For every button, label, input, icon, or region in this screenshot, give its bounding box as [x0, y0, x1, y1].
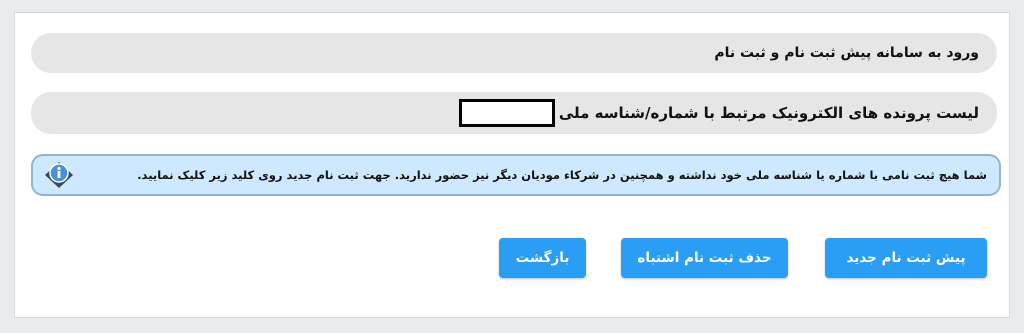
page-title-bar: ورود به سامانه پیش ثبت نام و ثبت نام [31, 33, 997, 73]
list-title-bar: لیست پرونده های الکترونیک مرتبط با شماره… [31, 92, 997, 134]
new-preregistration-label: پیش ثبت نام جدید [846, 250, 966, 266]
info-message-box: شما هیچ ثبت نامی با شماره یا شناسه ملی خ… [31, 154, 1001, 196]
info-message-text: شما هیچ ثبت نامی با شماره یا شناسه ملی خ… [137, 168, 987, 182]
redacted-id-box [458, 99, 555, 127]
delete-wrong-registration-button[interactable]: حذف ثبت نام اشتباه [621, 238, 788, 278]
back-label: بازگشت [515, 250, 570, 266]
main-panel: ورود به سامانه پیش ثبت نام و ثبت نام لیس… [14, 12, 1010, 318]
new-preregistration-button[interactable]: پیش ثبت نام جدید [825, 238, 987, 278]
back-button[interactable]: بازگشت [499, 238, 586, 278]
page-title: ورود به سامانه پیش ثبت نام و ثبت نام [714, 45, 979, 61]
delete-wrong-registration-label: حذف ثبت نام اشتباه [637, 250, 772, 266]
info-icon [45, 162, 73, 188]
list-title: لیست پرونده های الکترونیک مرتبط با شماره… [558, 104, 979, 122]
